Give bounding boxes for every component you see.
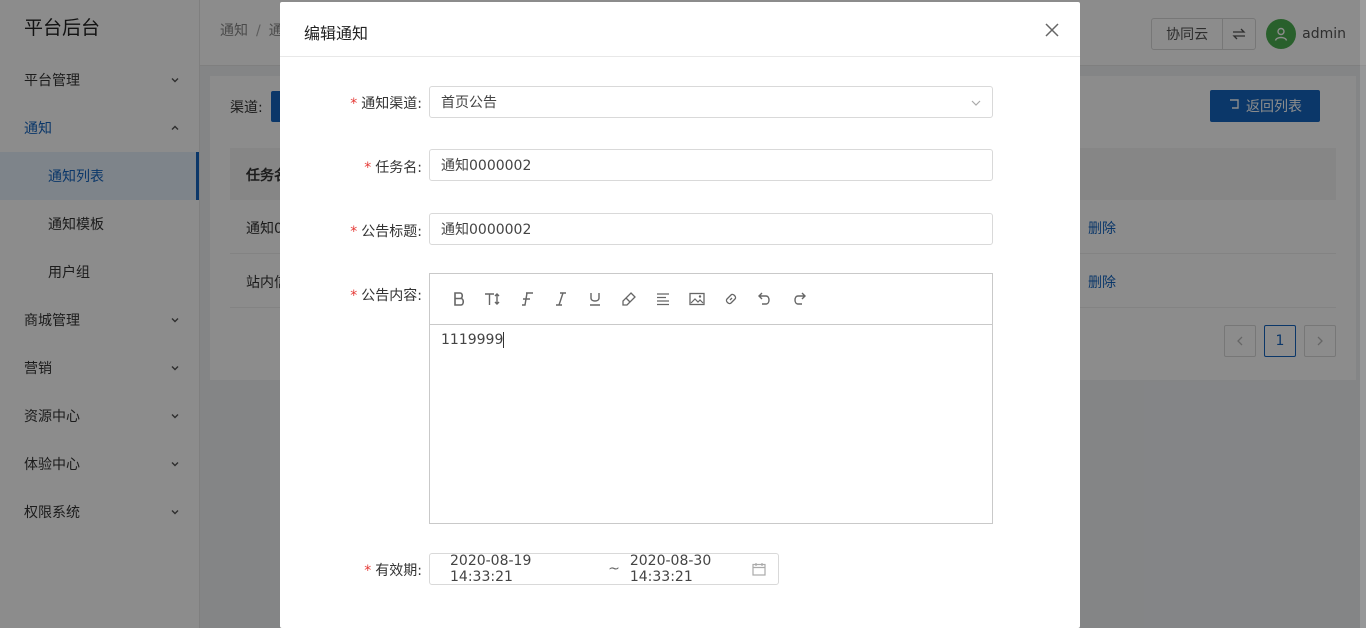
italic-icon[interactable] xyxy=(544,284,578,314)
calendar-icon xyxy=(752,562,766,576)
notice-title-label: * 公告标题: xyxy=(350,224,422,240)
channel-select[interactable]: 首页公告 xyxy=(429,86,993,118)
range-separator: ~ xyxy=(608,561,620,577)
editor-content[interactable]: 1119999 xyxy=(430,325,992,355)
notice-title-input[interactable]: 通知0000002 xyxy=(429,213,993,245)
image-icon[interactable] xyxy=(680,284,714,314)
redo-icon[interactable] xyxy=(782,284,816,314)
chevron-down-icon xyxy=(970,97,982,109)
bold-icon[interactable] xyxy=(442,284,476,314)
rich-text-editor: 1119999 xyxy=(429,273,993,524)
link-icon[interactable] xyxy=(714,284,748,314)
close-icon[interactable] xyxy=(1042,20,1062,40)
text-caret xyxy=(503,332,505,348)
editor-text: 1119999 xyxy=(441,332,504,348)
task-name-input[interactable]: 通知0000002 xyxy=(429,149,993,181)
edit-notice-dialog: 编辑通知 * 通知渠道: 首页公告 * 任务名: 通知0000002 * 公告标题: … xyxy=(280,2,1080,628)
align-icon[interactable] xyxy=(646,284,680,314)
editor-toolbar xyxy=(430,274,992,325)
task-name-label: * 任务名: xyxy=(364,160,422,176)
channel-label: * 通知渠道: xyxy=(350,96,422,112)
validity-label: * 有效期: xyxy=(364,563,422,579)
dialog-title: 编辑通知 xyxy=(304,24,369,43)
undo-icon[interactable] xyxy=(748,284,782,314)
scrollbar[interactable] xyxy=(1360,0,1366,628)
content-label: * 公告内容: xyxy=(350,288,422,304)
underline-icon[interactable] xyxy=(578,284,612,314)
font-size-icon[interactable] xyxy=(476,284,510,314)
start-date[interactable]: 2020-08-19 14:33:21 xyxy=(450,553,598,585)
highlight-icon[interactable] xyxy=(612,284,646,314)
validity-date-range-picker[interactable]: 2020-08-19 14:33:21 ~ 2020-08-30 14:33:2… xyxy=(429,553,779,585)
font-family-icon[interactable] xyxy=(510,284,544,314)
dialog-header: 编辑通知 xyxy=(280,2,1080,57)
